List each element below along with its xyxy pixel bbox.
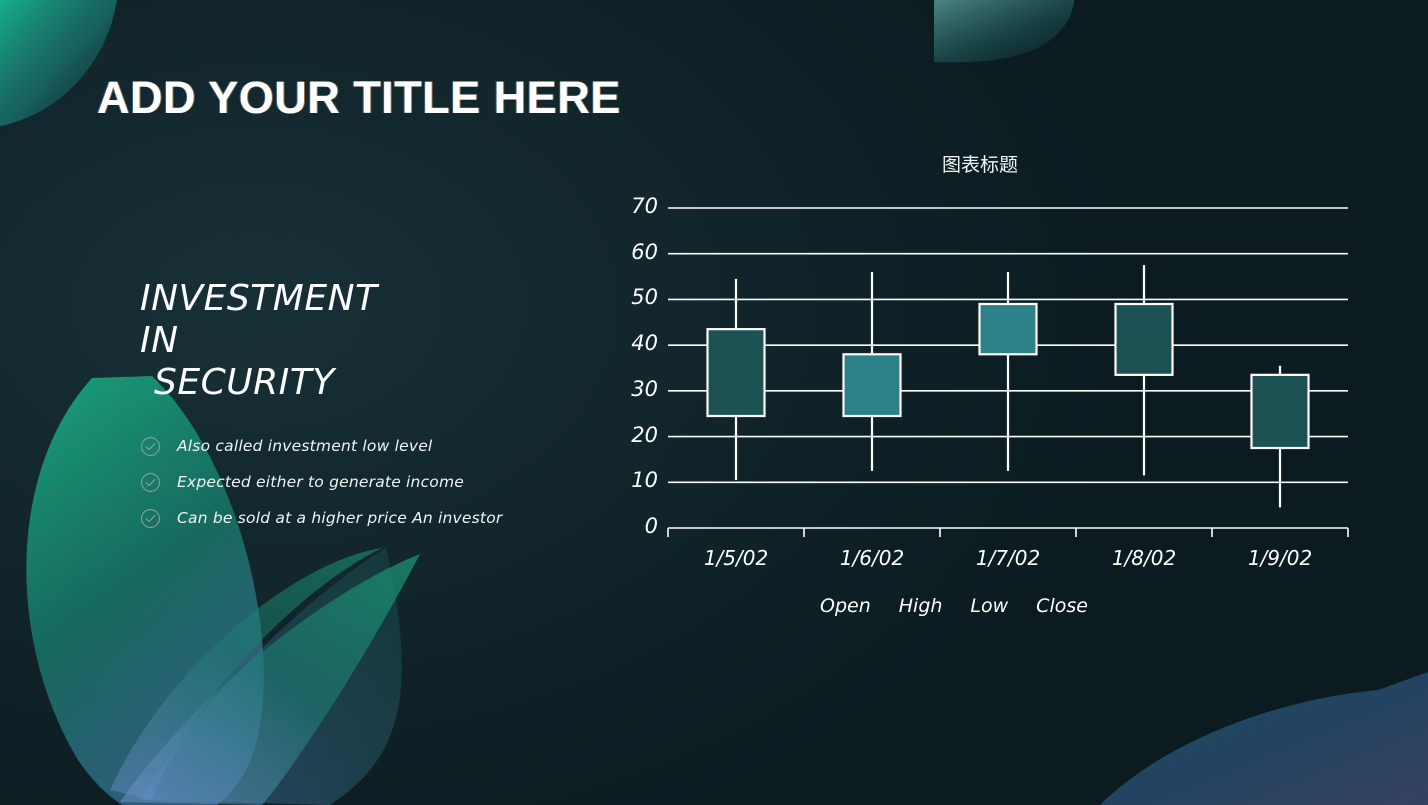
y-axis-tick-label: 20	[631, 422, 658, 447]
deco-leaf-top-right	[934, 0, 1075, 63]
check-circle-icon	[141, 436, 160, 456]
list-item-label: Also called investment low level	[177, 437, 433, 455]
legend-item: Close	[1036, 595, 1088, 617]
candle-body	[842, 353, 902, 418]
candle-body	[1250, 373, 1310, 450]
section-heading-line-1: INVESTMENT	[140, 278, 378, 319]
page-title: ADD YOUR TITLE HERE	[97, 72, 621, 123]
left-content-block: INVESTMENT IN SECURITY Also called inves…	[140, 278, 560, 536]
check-circle-icon	[141, 472, 160, 492]
x-axis-tick-label: 1/8/02	[1111, 546, 1177, 570]
slide-canvas: ADD YOUR TITLE HERE INVESTMENT IN SECURI…	[0, 0, 1428, 805]
chart-legend: Open High Low Close	[820, 595, 1088, 617]
candle-body	[706, 328, 766, 418]
legend-item: Low	[970, 595, 1009, 617]
section-heading-line-2: IN	[140, 320, 179, 361]
section-heading: INVESTMENT IN SECURITY	[140, 278, 560, 404]
deco-leaf-bottom-right	[1100, 672, 1428, 805]
y-axis-tick-label: 40	[631, 331, 658, 356]
candle-body	[1114, 302, 1174, 376]
y-axis-tick-label: 50	[631, 285, 658, 310]
chart-plot-area	[667, 207, 1349, 537]
y-axis-tick-label: 0	[644, 514, 658, 538]
candle-body	[978, 302, 1038, 356]
y-axis-tick-label: 10	[631, 468, 658, 493]
x-axis-tick-label: 1/5/02	[703, 546, 769, 570]
list-item: Can be sold at a higher price An investo…	[140, 500, 560, 536]
x-axis-tick-label: 1/7/02	[975, 546, 1041, 570]
list-item: Expected either to generate income	[140, 464, 560, 500]
y-axis-tick-label: 60	[631, 239, 658, 264]
bullet-list: Also called investment low level Expecte…	[140, 428, 560, 536]
x-axis-tick-label: 1/9/02	[1247, 546, 1313, 570]
x-axis-tick-label: 1/6/02	[839, 546, 905, 570]
legend-item: Open	[820, 595, 871, 617]
y-axis-tick-label: 30	[631, 376, 658, 401]
list-item: Also called investment low level	[140, 428, 560, 464]
list-item-label: Expected either to generate income	[177, 473, 465, 491]
candlestick-chart: 图表标题 70 60 50 40 30 20 10 0 1/5/02 1/6/02 1/7/02 1…	[630, 140, 1370, 640]
y-axis-tick-label: 70	[631, 194, 658, 218]
legend-item: High	[898, 595, 943, 617]
section-heading-line-3: SECURITY	[154, 362, 335, 403]
check-circle-icon	[141, 508, 160, 528]
list-item-label: Can be sold at a higher price An investo…	[177, 509, 503, 527]
